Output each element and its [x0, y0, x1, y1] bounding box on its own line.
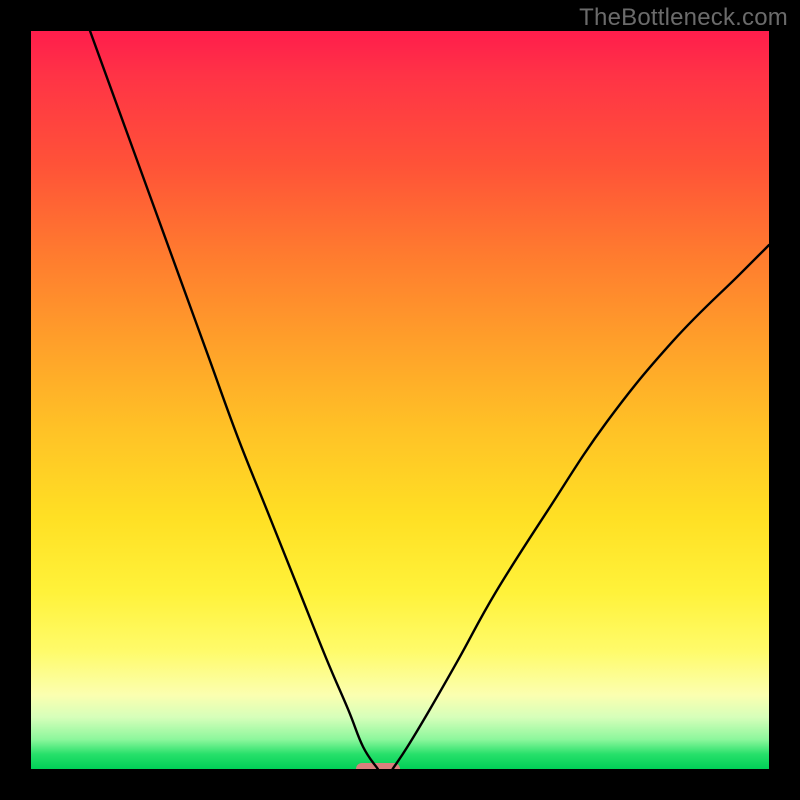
- watermark-text: TheBottleneck.com: [579, 4, 788, 32]
- plot-area: [31, 31, 769, 769]
- curve-left-branch: [90, 31, 378, 769]
- bottleneck-curve: [31, 31, 769, 769]
- curve-right-branch: [393, 245, 769, 769]
- chart-frame: TheBottleneck.com: [0, 0, 800, 800]
